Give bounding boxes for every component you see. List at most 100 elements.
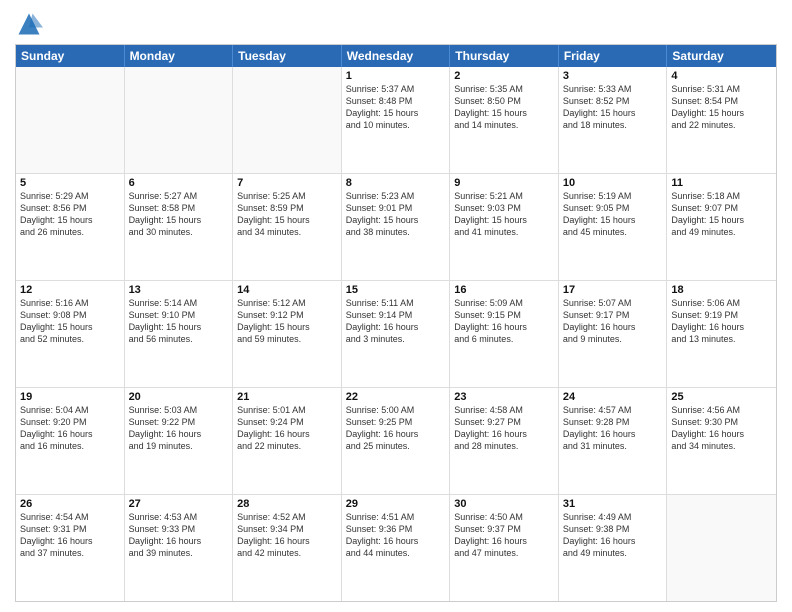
day-info: Sunrise: 5:31 AM Sunset: 8:54 PM Dayligh…: [671, 83, 772, 132]
logo-icon: [15, 10, 43, 38]
day-number: 16: [454, 284, 554, 296]
calendar-cell: 2Sunrise: 5:35 AM Sunset: 8:50 PM Daylig…: [450, 67, 559, 173]
day-number: 22: [346, 391, 446, 403]
calendar-header-thursday: Thursday: [450, 45, 559, 67]
day-info: Sunrise: 4:54 AM Sunset: 9:31 PM Dayligh…: [20, 511, 120, 560]
calendar-cell: 13Sunrise: 5:14 AM Sunset: 9:10 PM Dayli…: [125, 281, 234, 387]
calendar-cell: 26Sunrise: 4:54 AM Sunset: 9:31 PM Dayli…: [16, 495, 125, 601]
calendar-header-monday: Monday: [125, 45, 234, 67]
page: SundayMondayTuesdayWednesdayThursdayFrid…: [0, 0, 792, 612]
day-number: 11: [671, 177, 772, 189]
day-number: 28: [237, 498, 337, 510]
calendar: SundayMondayTuesdayWednesdayThursdayFrid…: [15, 44, 777, 602]
calendar-cell: 7Sunrise: 5:25 AM Sunset: 8:59 PM Daylig…: [233, 174, 342, 280]
calendar-header-sunday: Sunday: [16, 45, 125, 67]
calendar-cell: 25Sunrise: 4:56 AM Sunset: 9:30 PM Dayli…: [667, 388, 776, 494]
day-number: 24: [563, 391, 663, 403]
day-info: Sunrise: 5:09 AM Sunset: 9:15 PM Dayligh…: [454, 297, 554, 346]
calendar-cell: 11Sunrise: 5:18 AM Sunset: 9:07 PM Dayli…: [667, 174, 776, 280]
calendar-row-2: 12Sunrise: 5:16 AM Sunset: 9:08 PM Dayli…: [16, 280, 776, 387]
day-info: Sunrise: 5:07 AM Sunset: 9:17 PM Dayligh…: [563, 297, 663, 346]
calendar-header-wednesday: Wednesday: [342, 45, 451, 67]
day-info: Sunrise: 5:16 AM Sunset: 9:08 PM Dayligh…: [20, 297, 120, 346]
day-number: 20: [129, 391, 229, 403]
calendar-cell: 22Sunrise: 5:00 AM Sunset: 9:25 PM Dayli…: [342, 388, 451, 494]
calendar-header-saturday: Saturday: [667, 45, 776, 67]
day-number: 26: [20, 498, 120, 510]
day-number: 3: [563, 70, 663, 82]
calendar-cell: 30Sunrise: 4:50 AM Sunset: 9:37 PM Dayli…: [450, 495, 559, 601]
day-info: Sunrise: 5:35 AM Sunset: 8:50 PM Dayligh…: [454, 83, 554, 132]
calendar-cell: 5Sunrise: 5:29 AM Sunset: 8:56 PM Daylig…: [16, 174, 125, 280]
calendar-cell: [233, 67, 342, 173]
day-number: 30: [454, 498, 554, 510]
calendar-cell: 18Sunrise: 5:06 AM Sunset: 9:19 PM Dayli…: [667, 281, 776, 387]
day-info: Sunrise: 5:11 AM Sunset: 9:14 PM Dayligh…: [346, 297, 446, 346]
day-number: 13: [129, 284, 229, 296]
calendar-body: 1Sunrise: 5:37 AM Sunset: 8:48 PM Daylig…: [16, 67, 776, 601]
day-info: Sunrise: 4:58 AM Sunset: 9:27 PM Dayligh…: [454, 404, 554, 453]
calendar-cell: 24Sunrise: 4:57 AM Sunset: 9:28 PM Dayli…: [559, 388, 668, 494]
day-info: Sunrise: 5:18 AM Sunset: 9:07 PM Dayligh…: [671, 190, 772, 239]
day-info: Sunrise: 5:12 AM Sunset: 9:12 PM Dayligh…: [237, 297, 337, 346]
calendar-cell: [667, 495, 776, 601]
day-info: Sunrise: 5:04 AM Sunset: 9:20 PM Dayligh…: [20, 404, 120, 453]
day-info: Sunrise: 5:37 AM Sunset: 8:48 PM Dayligh…: [346, 83, 446, 132]
day-number: 1: [346, 70, 446, 82]
day-info: Sunrise: 5:06 AM Sunset: 9:19 PM Dayligh…: [671, 297, 772, 346]
calendar-cell: 15Sunrise: 5:11 AM Sunset: 9:14 PM Dayli…: [342, 281, 451, 387]
day-number: 21: [237, 391, 337, 403]
day-info: Sunrise: 4:57 AM Sunset: 9:28 PM Dayligh…: [563, 404, 663, 453]
day-number: 25: [671, 391, 772, 403]
calendar-row-3: 19Sunrise: 5:04 AM Sunset: 9:20 PM Dayli…: [16, 387, 776, 494]
calendar-cell: 12Sunrise: 5:16 AM Sunset: 9:08 PM Dayli…: [16, 281, 125, 387]
day-number: 2: [454, 70, 554, 82]
day-number: 27: [129, 498, 229, 510]
calendar-cell: 3Sunrise: 5:33 AM Sunset: 8:52 PM Daylig…: [559, 67, 668, 173]
day-number: 15: [346, 284, 446, 296]
header: [15, 10, 777, 38]
calendar-cell: [125, 67, 234, 173]
calendar-cell: 29Sunrise: 4:51 AM Sunset: 9:36 PM Dayli…: [342, 495, 451, 601]
day-info: Sunrise: 5:27 AM Sunset: 8:58 PM Dayligh…: [129, 190, 229, 239]
day-number: 31: [563, 498, 663, 510]
calendar-row-0: 1Sunrise: 5:37 AM Sunset: 8:48 PM Daylig…: [16, 67, 776, 173]
day-number: 8: [346, 177, 446, 189]
day-info: Sunrise: 5:01 AM Sunset: 9:24 PM Dayligh…: [237, 404, 337, 453]
day-info: Sunrise: 4:53 AM Sunset: 9:33 PM Dayligh…: [129, 511, 229, 560]
calendar-cell: 10Sunrise: 5:19 AM Sunset: 9:05 PM Dayli…: [559, 174, 668, 280]
calendar-cell: 28Sunrise: 4:52 AM Sunset: 9:34 PM Dayli…: [233, 495, 342, 601]
day-number: 5: [20, 177, 120, 189]
calendar-row-1: 5Sunrise: 5:29 AM Sunset: 8:56 PM Daylig…: [16, 173, 776, 280]
calendar-cell: 23Sunrise: 4:58 AM Sunset: 9:27 PM Dayli…: [450, 388, 559, 494]
calendar-cell: 6Sunrise: 5:27 AM Sunset: 8:58 PM Daylig…: [125, 174, 234, 280]
day-info: Sunrise: 4:50 AM Sunset: 9:37 PM Dayligh…: [454, 511, 554, 560]
day-info: Sunrise: 5:23 AM Sunset: 9:01 PM Dayligh…: [346, 190, 446, 239]
day-info: Sunrise: 5:29 AM Sunset: 8:56 PM Dayligh…: [20, 190, 120, 239]
day-number: 18: [671, 284, 772, 296]
day-number: 19: [20, 391, 120, 403]
day-info: Sunrise: 5:03 AM Sunset: 9:22 PM Dayligh…: [129, 404, 229, 453]
day-number: 4: [671, 70, 772, 82]
calendar-cell: 9Sunrise: 5:21 AM Sunset: 9:03 PM Daylig…: [450, 174, 559, 280]
calendar-cell: 21Sunrise: 5:01 AM Sunset: 9:24 PM Dayli…: [233, 388, 342, 494]
calendar-cell: 8Sunrise: 5:23 AM Sunset: 9:01 PM Daylig…: [342, 174, 451, 280]
day-number: 17: [563, 284, 663, 296]
day-info: Sunrise: 4:49 AM Sunset: 9:38 PM Dayligh…: [563, 511, 663, 560]
day-number: 12: [20, 284, 120, 296]
day-number: 6: [129, 177, 229, 189]
day-info: Sunrise: 5:25 AM Sunset: 8:59 PM Dayligh…: [237, 190, 337, 239]
day-info: Sunrise: 4:52 AM Sunset: 9:34 PM Dayligh…: [237, 511, 337, 560]
day-info: Sunrise: 5:00 AM Sunset: 9:25 PM Dayligh…: [346, 404, 446, 453]
calendar-cell: 19Sunrise: 5:04 AM Sunset: 9:20 PM Dayli…: [16, 388, 125, 494]
day-number: 9: [454, 177, 554, 189]
calendar-row-4: 26Sunrise: 4:54 AM Sunset: 9:31 PM Dayli…: [16, 494, 776, 601]
day-info: Sunrise: 5:21 AM Sunset: 9:03 PM Dayligh…: [454, 190, 554, 239]
day-info: Sunrise: 5:19 AM Sunset: 9:05 PM Dayligh…: [563, 190, 663, 239]
calendar-header-tuesday: Tuesday: [233, 45, 342, 67]
calendar-header-friday: Friday: [559, 45, 668, 67]
calendar-cell: 20Sunrise: 5:03 AM Sunset: 9:22 PM Dayli…: [125, 388, 234, 494]
day-info: Sunrise: 4:56 AM Sunset: 9:30 PM Dayligh…: [671, 404, 772, 453]
day-number: 29: [346, 498, 446, 510]
logo: [15, 10, 47, 38]
